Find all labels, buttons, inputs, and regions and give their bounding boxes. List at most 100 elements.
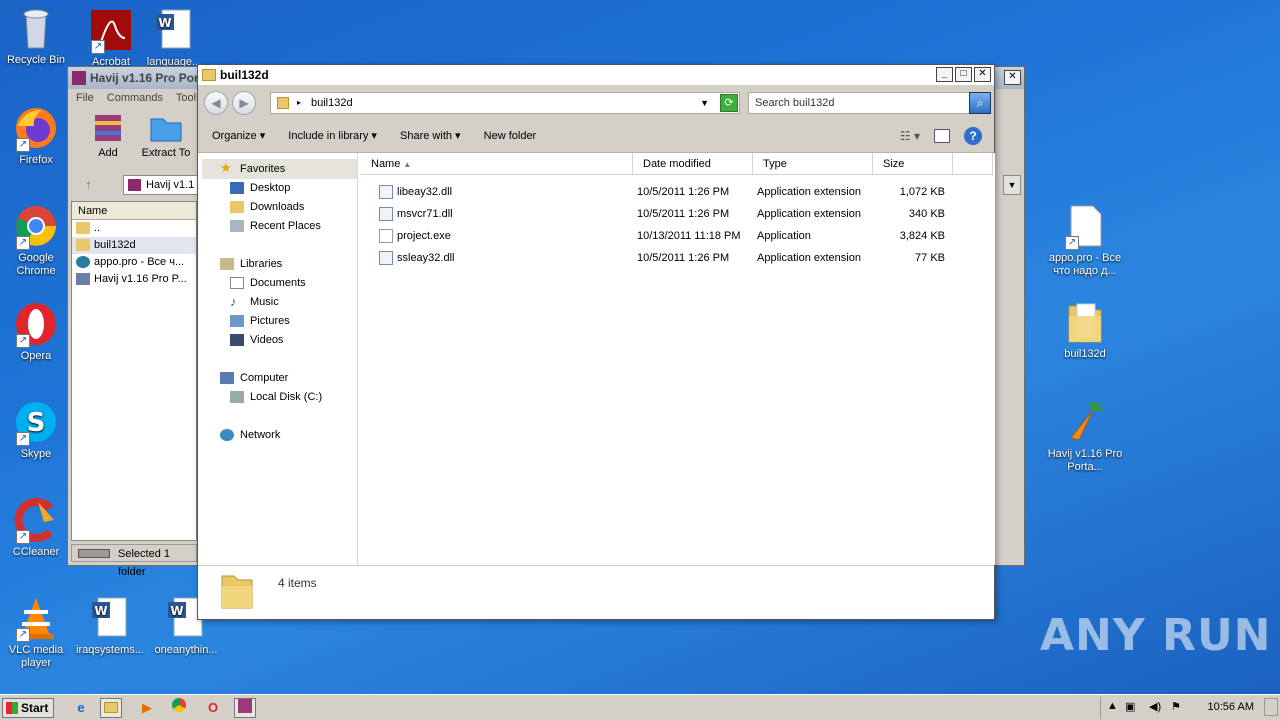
start-button[interactable]: Start bbox=[2, 698, 54, 718]
dll-file-icon bbox=[379, 207, 393, 221]
search-icon[interactable]: ⌕ bbox=[969, 92, 991, 114]
chevron-down-icon[interactable]: ▼ bbox=[700, 93, 709, 113]
add-button[interactable]: Add bbox=[80, 111, 136, 159]
network-tray-icon[interactable]: ▣ bbox=[1125, 700, 1135, 713]
explorer-title: buil132d bbox=[220, 68, 269, 82]
table-row[interactable]: libeay32.dll 10/5/2011 1:26 PM Applicati… bbox=[361, 181, 995, 203]
table-row[interactable]: project.exe 10/13/2011 11:18 PM Applicat… bbox=[361, 225, 995, 247]
menu-commands[interactable]: Commands bbox=[107, 92, 163, 104]
menu-file[interactable]: File bbox=[76, 92, 94, 104]
close-icon[interactable]: ✕ bbox=[1004, 70, 1021, 85]
nav-network[interactable]: Network bbox=[220, 426, 280, 444]
organize-button[interactable]: Organize ▾ bbox=[212, 119, 265, 153]
column-header-name[interactable]: Name ▲ bbox=[361, 153, 633, 175]
recycle-bin-icon bbox=[14, 6, 58, 50]
list-item[interactable]: .. bbox=[72, 220, 196, 237]
column-header-type[interactable]: Type bbox=[753, 153, 873, 175]
table-row[interactable]: ssleay32.dll 10/5/2011 1:26 PM Applicati… bbox=[361, 247, 995, 269]
desktop-icon-appo-pro[interactable]: ↗ appo.pro - Все что надо д... bbox=[1047, 204, 1123, 278]
desktop-icon-iraqsystems[interactable]: W iraqsystems... bbox=[72, 596, 148, 657]
breadcrumb[interactable]: buil132d bbox=[311, 97, 353, 109]
desktop-icon-opera[interactable]: ↗ Opera bbox=[0, 302, 74, 363]
desktop-icon-label: Havij v1.16 Pro Porta... bbox=[1047, 448, 1123, 473]
column-header-date[interactable]: Date modified bbox=[633, 153, 753, 175]
show-hidden-icons-icon[interactable]: ▲ bbox=[1107, 700, 1118, 712]
refresh-icon[interactable]: ⟳ bbox=[720, 94, 738, 112]
clock[interactable]: 10:56 AM bbox=[1208, 701, 1254, 713]
firefox-icon: ↗ bbox=[14, 106, 58, 152]
list-item[interactable]: Havij v1.16 Pro P... bbox=[72, 271, 196, 288]
maximize-icon[interactable]: □ bbox=[955, 67, 972, 82]
nav-videos[interactable]: Videos bbox=[230, 331, 283, 349]
share-with-button[interactable]: Share with ▾ bbox=[400, 119, 461, 153]
help-icon[interactable]: ? bbox=[964, 127, 982, 145]
explorer-taskbar-icon[interactable] bbox=[100, 698, 122, 718]
item-count: 4 items bbox=[278, 576, 317, 590]
flag-icon[interactable]: ⚑ bbox=[1171, 700, 1181, 713]
breadcrumb-arrow-icon[interactable]: ▸ bbox=[297, 93, 301, 113]
winrar-name-column[interactable]: Name bbox=[72, 202, 196, 220]
desktop-icon-ccleaner[interactable]: ↗ CCleaner bbox=[0, 498, 74, 559]
preview-pane-icon[interactable] bbox=[934, 129, 950, 143]
file-size: 1,072 KB bbox=[899, 186, 945, 198]
nav-local-disk[interactable]: Local Disk (C:) bbox=[230, 388, 322, 406]
explorer-title-bar[interactable]: buil132d _ □ ✕ bbox=[198, 65, 994, 85]
file-date: 10/5/2011 1:26 PM bbox=[637, 252, 730, 264]
file-name: ssleay32.dll bbox=[397, 252, 455, 264]
close-icon[interactable]: ✕ bbox=[974, 67, 991, 82]
up-arrow-icon[interactable]: ↑ bbox=[85, 177, 92, 192]
list-item-label: .. bbox=[94, 222, 101, 234]
column-header-extra[interactable] bbox=[953, 153, 993, 175]
view-options-icon[interactable]: ☷ ▾ bbox=[900, 119, 920, 153]
list-item[interactable]: buil132d bbox=[72, 237, 196, 254]
column-header-size[interactable]: Size bbox=[873, 153, 953, 175]
nav-downloads[interactable]: Downloads bbox=[230, 198, 304, 216]
winrar-title: Havij v1.16 Pro Por bbox=[90, 71, 199, 85]
nav-label: Desktop bbox=[250, 182, 291, 194]
desktop-icon-recycle-bin[interactable]: Recycle Bin bbox=[0, 6, 74, 67]
show-desktop-button[interactable] bbox=[1264, 698, 1278, 716]
explorer-window[interactable]: buil132d _ □ ✕ ◀ ▶ ▸ buil132d ▼ ⟳ Search… bbox=[197, 64, 995, 620]
recent-places-icon bbox=[230, 220, 244, 232]
nav-pictures[interactable]: Pictures bbox=[230, 312, 290, 330]
nav-documents[interactable]: Documents bbox=[230, 274, 306, 292]
nav-recent-places[interactable]: Recent Places bbox=[230, 217, 321, 235]
desktop-icon-firefox[interactable]: ↗ Firefox bbox=[0, 106, 74, 167]
chevron-down-icon[interactable]: ▼ bbox=[1003, 175, 1021, 195]
minimize-icon[interactable]: _ bbox=[936, 67, 953, 82]
forward-icon[interactable]: ▶ bbox=[232, 91, 256, 115]
new-folder-button[interactable]: New folder bbox=[484, 119, 537, 153]
chrome-taskbar-icon[interactable] bbox=[168, 698, 190, 718]
desktop-icon-skype[interactable]: S ↗ Skype bbox=[0, 400, 74, 461]
winrar-path-text: Havij v1.1 bbox=[146, 179, 195, 191]
nav-favorites[interactable]: ★ Favorites bbox=[220, 160, 285, 178]
nav-label: Computer bbox=[240, 372, 289, 384]
nav-libraries[interactable]: Libraries bbox=[220, 255, 282, 273]
list-item[interactable]: appo.pro - Все ч... bbox=[72, 254, 196, 271]
computer-icon bbox=[220, 372, 234, 384]
include-in-library-button[interactable]: Include in library ▾ bbox=[288, 119, 377, 153]
desktop-icon-chrome[interactable]: ↗ Google Chrome bbox=[0, 204, 74, 278]
desktop-icon-language-doc[interactable]: W language... bbox=[136, 8, 212, 69]
opera-taskbar-icon[interactable]: O bbox=[202, 698, 224, 718]
shortcut-arrow-icon: ↗ bbox=[16, 236, 30, 250]
file-list: Name ▲ Date modified Type Size libeay32.… bbox=[361, 153, 995, 565]
word-document-icon: W bbox=[152, 8, 196, 52]
nav-computer[interactable]: Computer bbox=[220, 369, 289, 387]
media-player-icon[interactable]: ▶ bbox=[136, 698, 158, 718]
desktop-icon-label: Opera bbox=[20, 350, 52, 362]
extract-to-button[interactable]: Extract To bbox=[138, 111, 194, 159]
nav-music[interactable]: ♪ Music bbox=[230, 293, 279, 311]
volume-icon[interactable]: ◀) bbox=[1149, 700, 1161, 713]
search-input[interactable]: Search buil132d bbox=[748, 92, 970, 114]
internet-explorer-icon[interactable]: e bbox=[70, 698, 92, 718]
back-icon[interactable]: ◀ bbox=[204, 91, 228, 115]
address-bar[interactable]: ▸ buil132d ▼ bbox=[270, 92, 740, 114]
table-row[interactable]: msvcr71.dll 10/5/2011 1:26 PM Applicatio… bbox=[361, 203, 995, 225]
desktop-icon-buil132d[interactable]: buil132d bbox=[1047, 300, 1123, 361]
nav-desktop[interactable]: Desktop bbox=[230, 179, 291, 197]
winrar-taskbar-icon[interactable] bbox=[234, 698, 256, 718]
winrar-path-field[interactable]: Havij v1.1 bbox=[123, 175, 203, 195]
desktop-icon-havij[interactable]: Havij v1.16 Pro Porta... bbox=[1047, 400, 1123, 474]
desktop-icon-vlc[interactable]: ↗ VLC media player bbox=[0, 596, 74, 670]
